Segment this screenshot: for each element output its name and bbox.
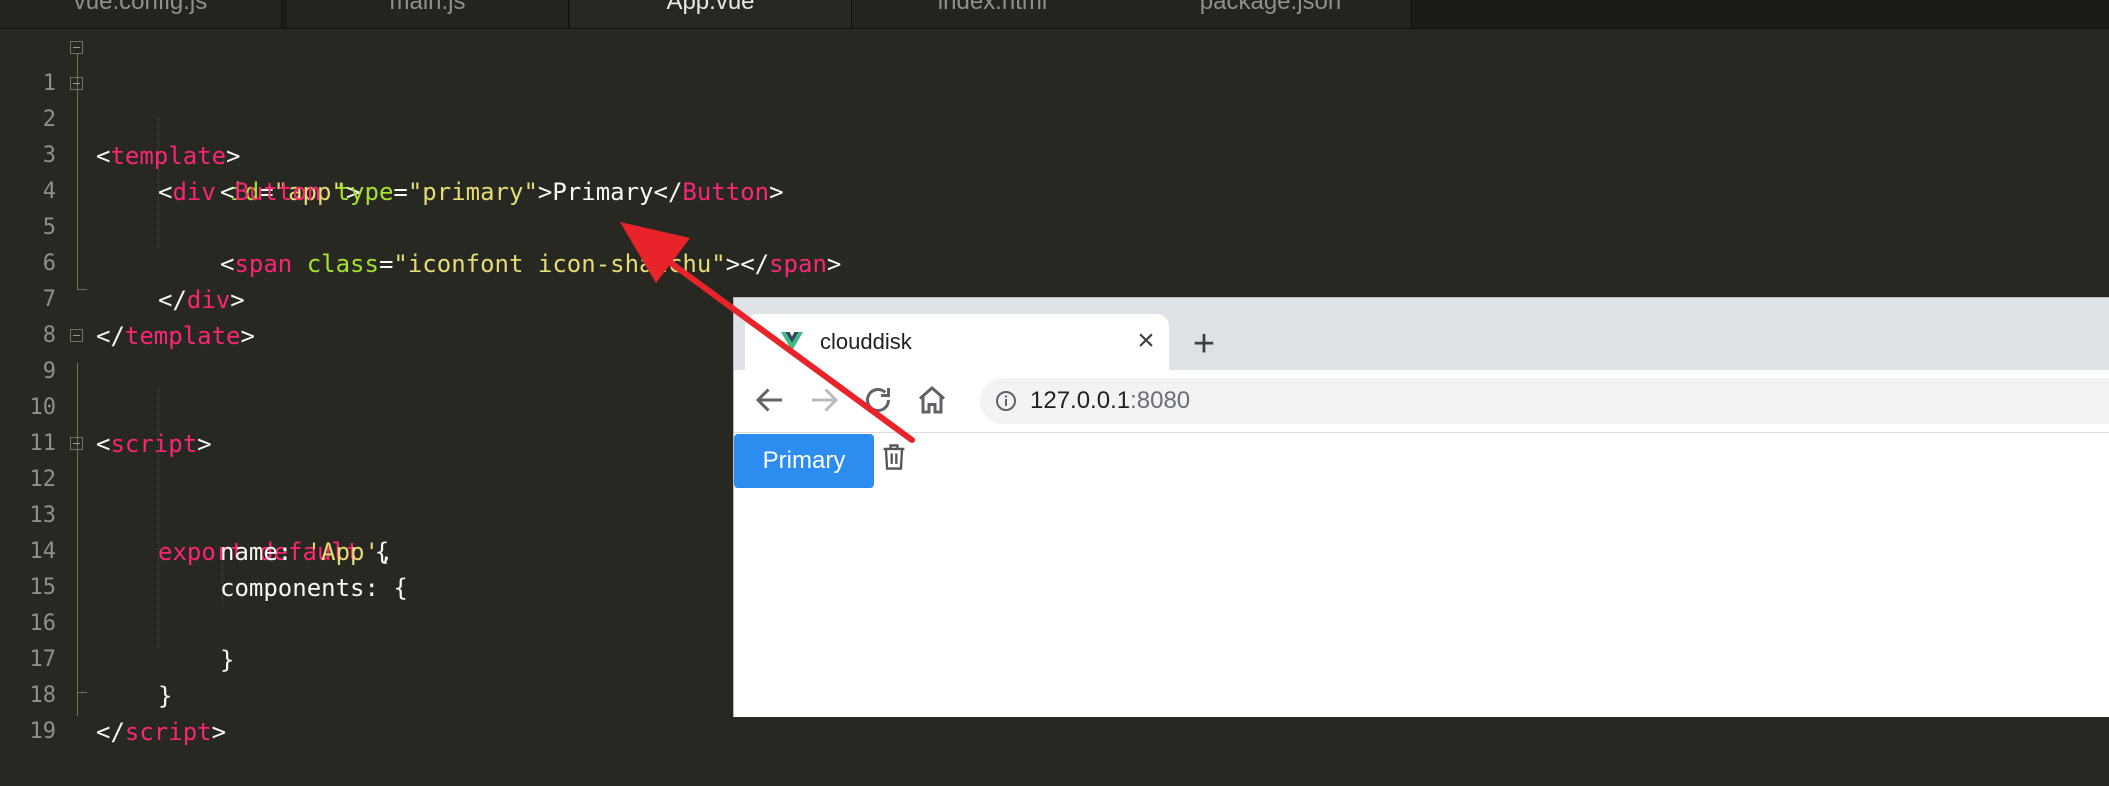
fold-toggle-icon[interactable]	[70, 41, 83, 54]
reload-icon[interactable]	[860, 382, 896, 418]
tab-main-js[interactable]: main.js	[287, 0, 569, 28]
code-line: 4	[0, 138, 2109, 204]
new-tab-icon[interactable]: +	[1184, 324, 1224, 364]
browser-window: clouddisk × + 127.0.0.1:8080 Primary	[733, 297, 2109, 717]
tab-vue-config[interactable]: vue.config.js	[0, 0, 282, 28]
url-text: 127.0.0.1:8080	[1030, 387, 1191, 414]
code-line: 6 </div>	[0, 210, 2109, 314]
fold-toggle-icon[interactable]	[70, 437, 83, 450]
info-icon[interactable]	[994, 389, 1018, 413]
trash-icon[interactable]	[880, 442, 908, 472]
home-icon[interactable]	[914, 382, 950, 418]
back-arrow-icon[interactable]	[752, 382, 788, 418]
browser-tab[interactable]: clouddisk ×	[745, 314, 1169, 370]
browser-tab-strip: clouddisk × +	[734, 298, 2109, 370]
tab-package-json[interactable]: package.json	[1130, 0, 1412, 28]
code-line: 7 </template>	[0, 246, 2109, 350]
vue-logo-icon	[781, 332, 803, 351]
fold-toggle-icon[interactable]	[70, 329, 83, 342]
code-line: 1 <template>	[0, 30, 2109, 170]
forward-arrow-icon[interactable]	[806, 382, 842, 418]
primary-button[interactable]: Primary	[734, 434, 874, 488]
fold-toggle-icon[interactable]	[70, 77, 83, 90]
close-tab-icon[interactable]: ×	[1129, 324, 1163, 358]
browser-toolbar: 127.0.0.1:8080	[734, 370, 2109, 433]
page-content: Primary	[734, 433, 2109, 717]
browser-tab-title: clouddisk	[820, 329, 912, 354]
tab-index-html[interactable]: index.html	[852, 0, 1134, 28]
code-line: 3 <Button type="primary">Primary</Button…	[0, 102, 2109, 206]
code-line: 5 <span class="iconfont icon-shanchu"></…	[0, 174, 2109, 278]
code-line: 2 <div id="app">	[0, 66, 2109, 206]
address-bar[interactable]: 127.0.0.1:8080	[980, 378, 2109, 424]
editor-tab-bar: vue.config.js main.js App.vue index.html…	[0, 0, 2109, 29]
tab-app-vue[interactable]: App.vue	[570, 0, 852, 28]
line-number: 19	[29, 719, 57, 744]
